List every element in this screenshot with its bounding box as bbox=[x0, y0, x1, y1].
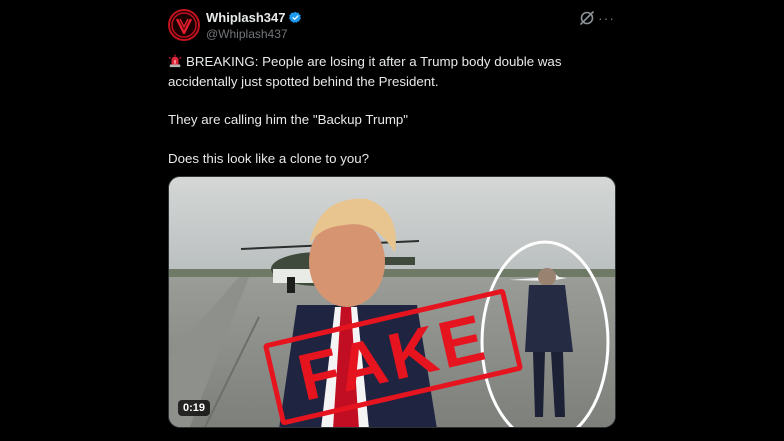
author-avatar[interactable] bbox=[168, 9, 200, 41]
post-line-breaking: BREAKING: People are losing it after a T… bbox=[168, 52, 612, 91]
grok-button[interactable] bbox=[578, 9, 596, 27]
verified-badge-icon bbox=[289, 11, 302, 23]
author-handle[interactable]: @Whiplash437 bbox=[206, 27, 302, 41]
author-block: Whiplash347 @Whiplash437 bbox=[206, 9, 302, 41]
post-text: BREAKING: People are losing it after a T… bbox=[168, 52, 612, 168]
post-line-3: Does this look like a clone to you? bbox=[168, 150, 370, 166]
more-options-button[interactable]: ··· bbox=[598, 9, 616, 27]
grok-icon bbox=[580, 11, 594, 25]
video-media[interactable]: FAKE 0:19 bbox=[168, 176, 616, 428]
whiplash-logo-icon bbox=[171, 12, 197, 38]
post-line-2: They are calling him the "Backup Trump" bbox=[168, 112, 409, 127]
video-duration-badge: 0:19 bbox=[178, 400, 211, 416]
tweet: Whiplash347 @Whiplash437 ··· BREAKING: P… bbox=[0, 0, 784, 441]
author-display-name[interactable]: Whiplash347 bbox=[206, 10, 285, 25]
post-line-1: BREAKING: People are losing it after a T… bbox=[168, 54, 562, 89]
rotating-light-icon bbox=[168, 54, 182, 68]
